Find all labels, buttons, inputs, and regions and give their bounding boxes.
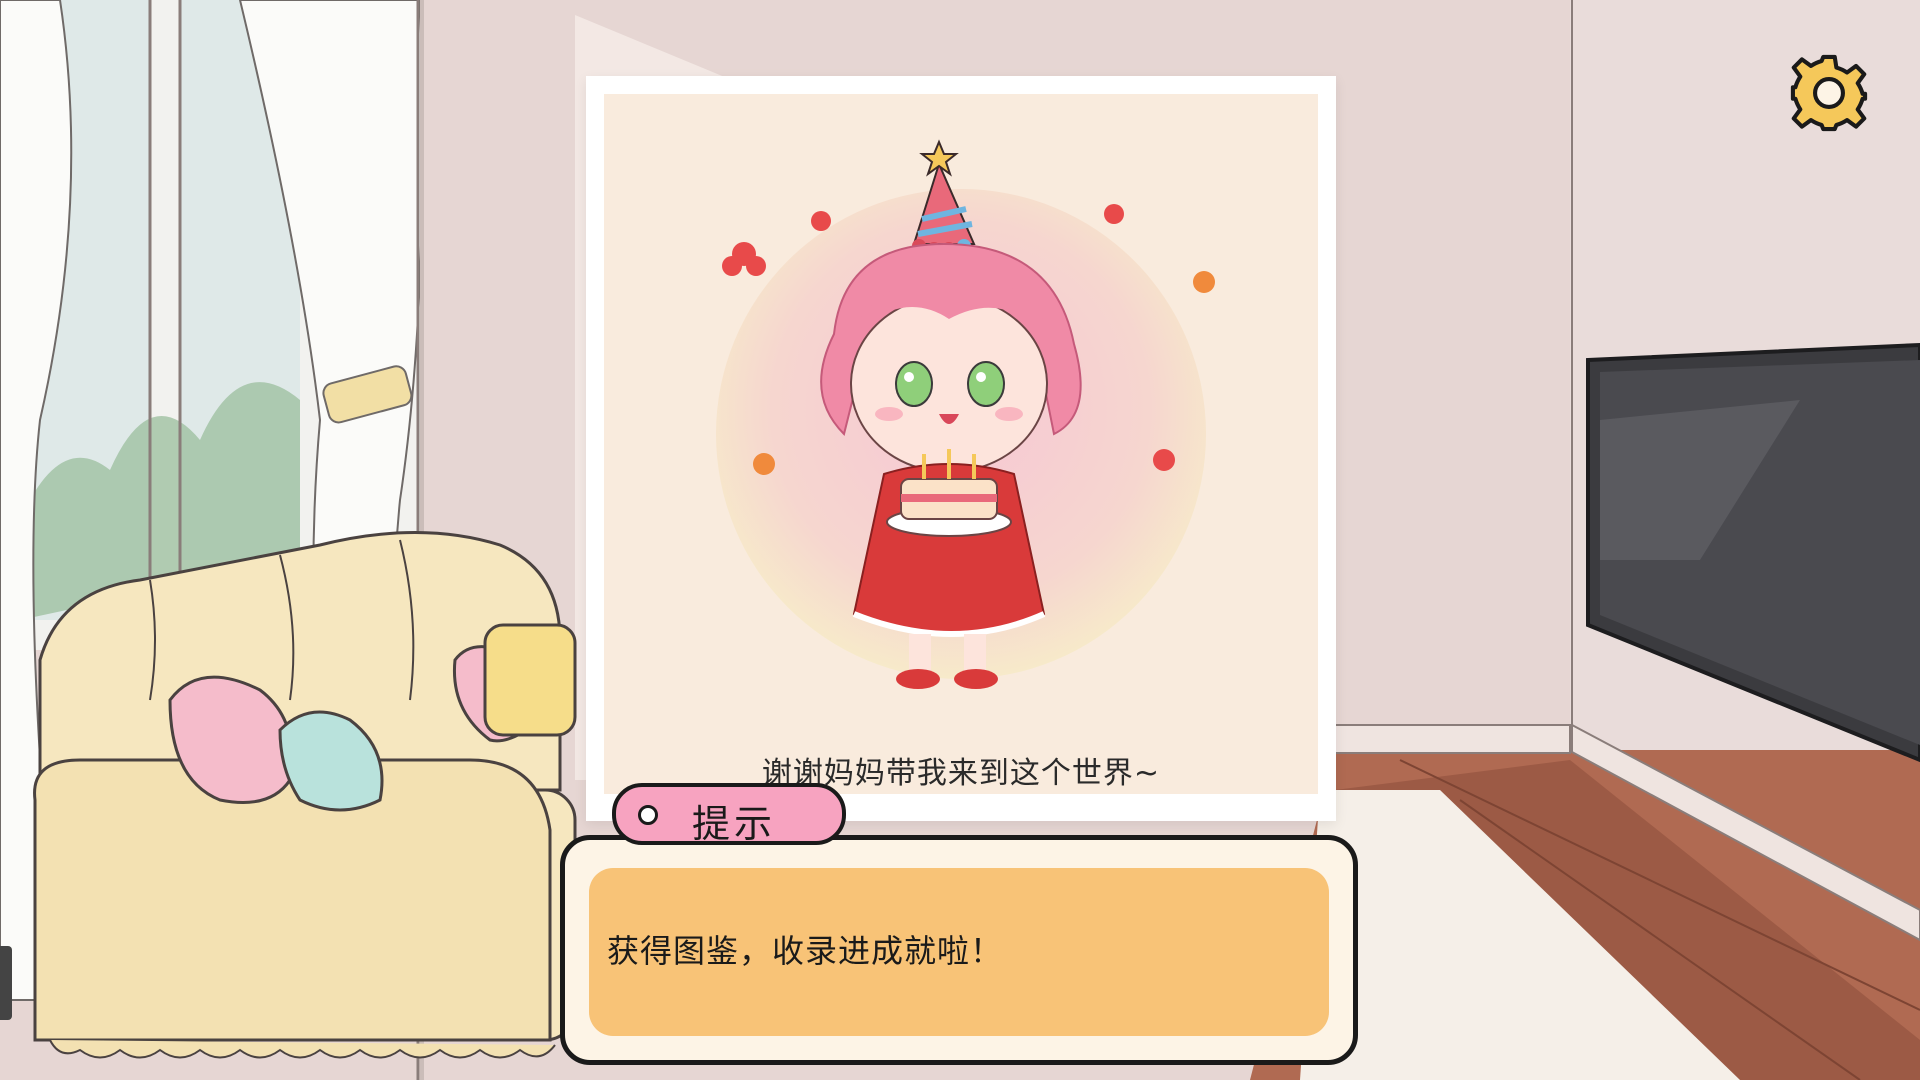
game-scene: 谢谢妈妈带我来到这个世界~ 提示 获得图鉴，收录进成就啦！ [0, 0, 1920, 1080]
hint-title-tab: 提示 [612, 783, 846, 846]
hint-title: 提示 [692, 802, 777, 846]
dialog-box[interactable]: 获得图鉴，收录进成就啦！ [560, 835, 1358, 1065]
dialog-message: 获得图鉴，收录进成就啦！ [607, 932, 1004, 970]
birthday-girl-illustration [716, 139, 1215, 689]
dot-icon [638, 805, 658, 825]
dialog-panel: 获得图鉴，收录进成就啦！ [589, 868, 1329, 1036]
collection-card: 谢谢妈妈带我来到这个世界~ [586, 76, 1336, 821]
edge-indicator [0, 946, 12, 1020]
gear-icon [1790, 54, 1868, 132]
settings-button[interactable] [1788, 52, 1870, 134]
card-illustration [604, 94, 1318, 794]
